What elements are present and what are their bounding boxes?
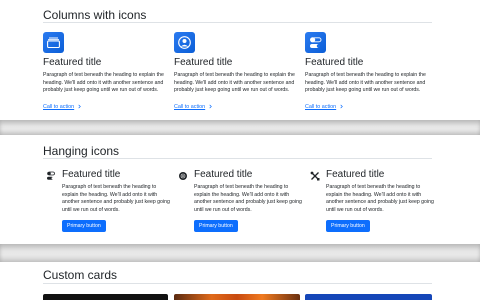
section-divider xyxy=(43,158,432,159)
feature-title: Featured title xyxy=(43,57,102,68)
cta-label: Call to action xyxy=(43,103,75,110)
chevron-right-icon xyxy=(78,104,81,109)
collection-icon xyxy=(43,32,64,53)
custom-card[interactable] xyxy=(174,294,300,300)
tools-icon xyxy=(310,171,320,181)
cpu-icon xyxy=(179,172,187,180)
cta-label: Call to action xyxy=(174,103,206,110)
call-to-action-link[interactable]: Call to action xyxy=(305,104,344,110)
call-to-action-link[interactable]: Call to action xyxy=(43,104,82,110)
primary-button[interactable]: Primary button xyxy=(326,220,370,233)
person-circle-icon xyxy=(174,32,195,53)
section-separator xyxy=(0,120,480,135)
feature-title: Featured title xyxy=(62,169,121,180)
feature-title: Featured title xyxy=(305,57,364,68)
section-divider xyxy=(43,283,432,284)
chevron-right-icon xyxy=(209,104,212,109)
toggles-icon xyxy=(305,32,326,53)
feature-paragraph: Paragraph of text beneath the heading to… xyxy=(326,184,434,213)
feature-paragraph: Paragraph of text beneath the heading to… xyxy=(305,72,426,94)
call-to-action-link[interactable]: Call to action xyxy=(174,104,213,110)
feature-column: Featured title Paragraph of text beneath… xyxy=(305,32,433,113)
section-title: Custom cards xyxy=(43,268,118,282)
feature-title: Featured title xyxy=(194,169,253,180)
feature-paragraph: Paragraph of text beneath the heading to… xyxy=(174,72,295,94)
cta-label: Call to action xyxy=(305,103,337,110)
primary-button[interactable]: Primary button xyxy=(62,220,106,233)
toggles-icon xyxy=(47,171,55,180)
section-title: Hanging icons xyxy=(43,144,120,158)
feature-title: Featured title xyxy=(326,169,385,180)
section-divider xyxy=(43,22,432,23)
feature-paragraph: Paragraph of text beneath the heading to… xyxy=(43,72,164,94)
primary-button[interactable]: Primary button xyxy=(194,220,238,233)
hanging-icons-section: Hanging icons Featured title Paragraph o… xyxy=(0,135,480,244)
custom-card[interactable] xyxy=(305,294,432,300)
section-separator xyxy=(0,244,480,262)
feature-paragraph: Paragraph of text beneath the heading to… xyxy=(194,184,302,213)
columns-with-icons-section: Columns with icons Featured title Paragr… xyxy=(0,0,480,120)
feature-column: Featured title Paragraph of text beneath… xyxy=(174,32,302,113)
section-title: Columns with icons xyxy=(43,8,147,22)
feature-title: Featured title xyxy=(174,57,233,68)
custom-card[interactable] xyxy=(43,294,168,300)
chevron-right-icon xyxy=(340,104,343,109)
feature-paragraph: Paragraph of text beneath the heading to… xyxy=(62,184,170,213)
feature-column: Featured title Paragraph of text beneath… xyxy=(43,32,171,113)
